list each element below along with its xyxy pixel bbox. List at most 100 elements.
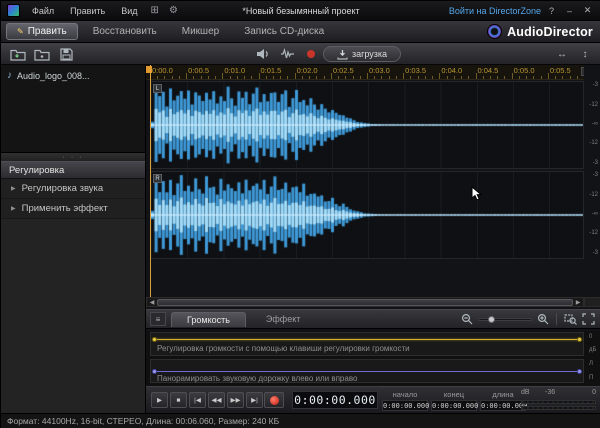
- zoom-slider[interactable]: [478, 315, 532, 323]
- sidebar-item-adjust-sound[interactable]: ▶ Регулировка звука: [1, 179, 145, 199]
- tab-restore[interactable]: Восстановить: [83, 24, 167, 39]
- menu-file[interactable]: Файл: [24, 1, 62, 20]
- scrollbar-thumb[interactable]: [157, 298, 573, 306]
- channel-label: L: [153, 84, 162, 93]
- ruler-tick: [504, 76, 506, 79]
- fit-horizontal-button[interactable]: ↔: [553, 46, 571, 62]
- audiodirector-logo-icon: [487, 24, 503, 39]
- pan-keyframe[interactable]: [577, 369, 582, 374]
- ruler-tick: [171, 76, 173, 79]
- menu-edit[interactable]: Править: [62, 1, 113, 20]
- ruler-tick: [381, 76, 383, 79]
- ruler-tick: [294, 73, 296, 79]
- zoom-in-icon[interactable]: [537, 313, 549, 325]
- field-length-value[interactable]: 0:00:00.000: [480, 400, 527, 411]
- collapse-panel-button[interactable]: ≡: [150, 312, 166, 326]
- ruler-tick: [157, 76, 159, 79]
- tab-effect[interactable]: Эффект: [251, 312, 315, 326]
- meter-min-label: -36: [545, 389, 556, 396]
- ruler-tick: [417, 76, 419, 79]
- ruler-tick: [540, 76, 542, 79]
- gear-icon[interactable]: ⚙: [169, 5, 178, 16]
- download-button[interactable]: загрузка: [323, 46, 401, 62]
- automation-strips: Регулировка громкости с помощью клавиши …: [146, 331, 600, 386]
- ruler-tick: [272, 76, 274, 79]
- pan-keyframe-line[interactable]: [152, 369, 582, 374]
- sidebar-splitter[interactable]: · · ·: [1, 153, 145, 161]
- waveform-channel-right[interactable]: R: [150, 171, 584, 259]
- waveform-channel-left[interactable]: L: [150, 81, 584, 169]
- pan-automation-strip[interactable]: Панорамировать звуковую дорожку влево ил…: [150, 359, 584, 383]
- waveform-tool-button[interactable]: [278, 46, 296, 62]
- rewind-button[interactable]: ◀◀: [208, 392, 225, 408]
- app-icon: [7, 4, 20, 17]
- sidebar: ♪ Audio_logo_008... · · · Регулировка ▶ …: [1, 65, 146, 413]
- ruler-tick: [265, 76, 267, 79]
- field-start-label: начало: [392, 390, 418, 399]
- workspace-tab-bar: ✎ Править Восстановить Микшер Запись CD-…: [1, 21, 600, 43]
- zoom-fit-icon[interactable]: [582, 313, 595, 325]
- scroll-right-arrow[interactable]: ▶: [573, 299, 583, 306]
- tab-mixer[interactable]: Микшер: [172, 24, 229, 39]
- ruler-tick: [388, 76, 390, 79]
- minimize-button[interactable]: –: [562, 6, 577, 16]
- import-media-button[interactable]: [9, 46, 27, 62]
- db-scale-label: -3: [592, 249, 598, 256]
- field-start-value[interactable]: 0:00:00.000: [382, 400, 429, 411]
- adjustment-panel-header[interactable]: Регулировка: [1, 161, 145, 179]
- volume-automation-strip[interactable]: Регулировка громкости с помощью клавиши …: [150, 332, 584, 356]
- volume-keyframe-line[interactable]: [152, 337, 582, 342]
- zoom-out-icon[interactable]: [461, 313, 473, 325]
- ruler-time-label: 0:01.0: [224, 66, 246, 75]
- record-clip-button[interactable]: [302, 46, 320, 62]
- sidebar-item-label: Применить эффект: [21, 203, 108, 214]
- ruler-tick: [555, 76, 557, 79]
- ruler-tick: [526, 76, 528, 79]
- ruler-time-label: 0:05.0: [513, 66, 535, 75]
- media-item[interactable]: ♪ Audio_logo_008...: [1, 68, 145, 83]
- play-button[interactable]: ▶: [151, 392, 168, 408]
- save-project-button[interactable]: [57, 46, 75, 62]
- volume-keyframe[interactable]: [152, 337, 157, 342]
- ruler-tick: [316, 76, 318, 79]
- help-button[interactable]: ?: [544, 6, 559, 16]
- ruler-time-label: 0:02.0: [296, 66, 318, 75]
- open-project-button[interactable]: [33, 46, 51, 62]
- ruler-time-label: 0:00.5: [188, 66, 210, 75]
- db-scale-label: -∞: [591, 121, 598, 127]
- ruler-tick: [186, 73, 188, 79]
- zoom-slider-thumb[interactable]: [488, 315, 495, 323]
- field-end-value[interactable]: 0:00:00.000: [431, 400, 478, 411]
- fast-forward-button[interactable]: ▶▶: [227, 392, 244, 408]
- time-display: 0:00:00.000: [292, 391, 378, 409]
- goto-end-button[interactable]: ▶|: [246, 392, 263, 408]
- scroll-left-arrow[interactable]: ◀: [147, 299, 157, 306]
- playhead[interactable]: [150, 65, 151, 297]
- horizontal-scrollbar[interactable]: ◀ ▶: [146, 297, 584, 307]
- toolbar: загрузка ↔ ↕: [1, 43, 600, 65]
- menu-view[interactable]: Вид: [113, 1, 145, 20]
- zoom-selection-icon[interactable]: [564, 313, 577, 325]
- tab-volume[interactable]: Громкость: [171, 311, 246, 327]
- record-button[interactable]: [264, 392, 284, 408]
- timeline-area: 0:00.0 0:00.5 0:01.0 0:01.5 0:02.0 0:02.5 0:03…: [146, 65, 600, 386]
- tab-edit[interactable]: ✎ Править: [6, 23, 78, 40]
- ruler-time-label: 0:00.0: [152, 66, 173, 75]
- fit-vertical-button[interactable]: ↕: [576, 46, 594, 62]
- directorzone-link[interactable]: Войти на DirectorZone: [449, 6, 541, 16]
- tab-cd-burn[interactable]: Запись CD-диска: [234, 24, 334, 39]
- field-end-label: конец: [443, 390, 465, 399]
- ruler-tick: [424, 76, 426, 79]
- ruler-time-label: 0:05.5: [549, 66, 571, 75]
- goto-start-button[interactable]: |◀: [189, 392, 206, 408]
- stop-button[interactable]: ■: [170, 392, 187, 408]
- sidebar-item-apply-effect[interactable]: ▶ Применить эффект: [1, 199, 145, 219]
- ruler-tick: [453, 76, 455, 79]
- close-button[interactable]: ✕: [580, 5, 595, 16]
- meter-bar-right: [521, 406, 596, 410]
- layout-icon[interactable]: ⊞: [151, 5, 159, 16]
- ruler-time-label: 0:04.0: [441, 66, 463, 75]
- timeline-ruler[interactable]: 0:00.0 0:00.5 0:01.0 0:01.5 0:02.0 0:02.5 0:03…: [146, 65, 600, 80]
- speaker-icon-button[interactable]: [254, 46, 272, 62]
- volume-keyframe[interactable]: [577, 337, 582, 342]
